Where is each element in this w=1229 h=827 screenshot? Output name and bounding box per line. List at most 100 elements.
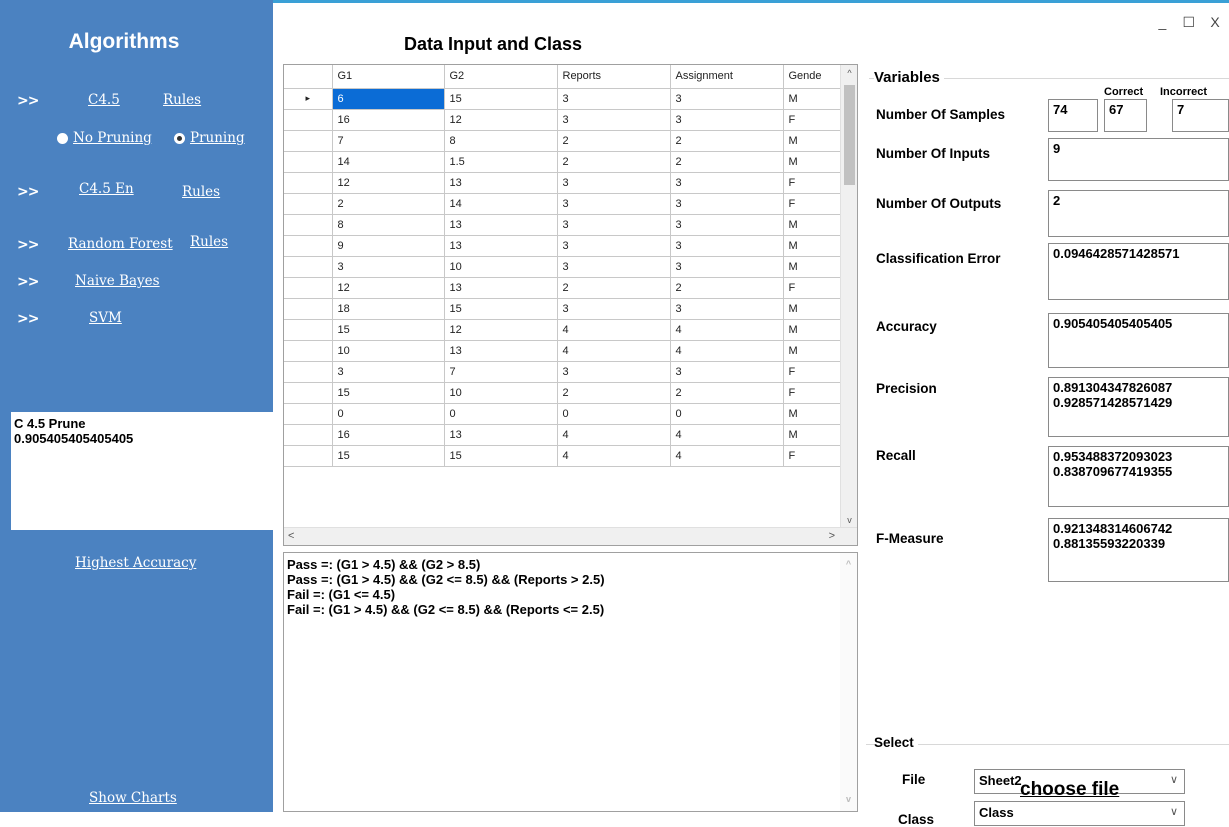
grid-cell[interactable]: 3 bbox=[557, 172, 671, 194]
grid-cell[interactable]: 12 bbox=[444, 109, 558, 131]
grid-cell[interactable]: 0 bbox=[557, 403, 671, 425]
grid-cell[interactable]: 2 bbox=[670, 382, 784, 404]
column-header[interactable]: Reports bbox=[557, 65, 671, 89]
grid-cell[interactable]: 15 bbox=[444, 445, 558, 467]
grid-cell[interactable]: 3 bbox=[670, 361, 784, 383]
grid-cell[interactable]: M bbox=[783, 340, 844, 362]
grid-cell[interactable]: 3 bbox=[670, 235, 784, 257]
grid-cell[interactable]: 13 bbox=[444, 424, 558, 446]
grid-horizontal-scrollbar[interactable]: < > bbox=[284, 527, 857, 545]
rules-scrollbar[interactable]: ^ v bbox=[840, 553, 857, 811]
row-header[interactable] bbox=[284, 130, 333, 152]
grid-cell[interactable]: 15 bbox=[332, 445, 445, 467]
column-header[interactable]: Assignment bbox=[670, 65, 784, 89]
grid-cell[interactable]: 3 bbox=[557, 298, 671, 320]
rules-scroll-up-icon[interactable]: ^ bbox=[840, 557, 857, 572]
grid-cell[interactable]: 4 bbox=[670, 445, 784, 467]
outputs-field[interactable]: 2 bbox=[1048, 190, 1229, 237]
row-header[interactable] bbox=[284, 256, 333, 278]
c45en-run-arrow[interactable]: >> bbox=[17, 184, 39, 200]
column-header[interactable]: Gende bbox=[783, 65, 844, 89]
svm-run-arrow[interactable]: >> bbox=[17, 311, 39, 327]
grid-cell[interactable]: F bbox=[783, 382, 844, 404]
scroll-thumb[interactable] bbox=[844, 85, 855, 185]
random-forest-run-arrow[interactable]: >> bbox=[17, 237, 39, 253]
row-header[interactable] bbox=[284, 235, 333, 257]
grid-cell[interactable]: 13 bbox=[444, 340, 558, 362]
grid-cell[interactable]: M bbox=[783, 151, 844, 173]
c45-link[interactable]: C4.5 bbox=[88, 92, 120, 108]
grid-cell[interactable]: 8 bbox=[444, 130, 558, 152]
error-field[interactable]: 0.0946428571428571 bbox=[1048, 243, 1229, 300]
scroll-down-icon[interactable]: v bbox=[841, 515, 857, 525]
grid-cell[interactable]: 15 bbox=[444, 298, 558, 320]
row-header[interactable] bbox=[284, 298, 333, 320]
c45en-rules-link[interactable]: Rules bbox=[182, 184, 220, 200]
grid-cell[interactable]: 14 bbox=[444, 193, 558, 215]
grid-cell[interactable]: 4 bbox=[670, 340, 784, 362]
grid-cell[interactable]: 13 bbox=[444, 235, 558, 257]
grid-cell[interactable]: 16 bbox=[332, 109, 445, 131]
grid-cell[interactable]: 12 bbox=[444, 319, 558, 341]
highest-accuracy-link[interactable]: Highest Accuracy bbox=[75, 555, 196, 571]
row-header[interactable] bbox=[284, 403, 333, 425]
grid-cell[interactable]: 15 bbox=[444, 88, 558, 110]
grid-cell[interactable]: 3 bbox=[670, 298, 784, 320]
table-row[interactable]: 15 10 2 2 F bbox=[284, 382, 851, 404]
grid-cell[interactable]: 7 bbox=[444, 361, 558, 383]
row-header[interactable] bbox=[284, 193, 333, 215]
grid-cell[interactable]: 7 bbox=[332, 130, 445, 152]
c45-rules-link[interactable]: Rules bbox=[163, 92, 201, 108]
table-row[interactable]: 0000M bbox=[284, 403, 851, 425]
grid-cell[interactable]: 4 bbox=[557, 340, 671, 362]
grid-cell[interactable]: 15 bbox=[332, 319, 445, 341]
grid-cell[interactable]: 13 bbox=[444, 214, 558, 236]
grid-cell[interactable]: 3 bbox=[557, 193, 671, 215]
grid-cell[interactable]: 12 bbox=[332, 172, 445, 194]
table-row[interactable]: 15 15 4 4 F bbox=[284, 445, 851, 467]
row-header[interactable] bbox=[284, 340, 333, 362]
grid-cell[interactable]: 4 bbox=[557, 424, 671, 446]
grid-cell[interactable]: M bbox=[783, 424, 844, 446]
row-header[interactable] bbox=[284, 424, 333, 446]
table-row[interactable]: 9 13 3 3 M bbox=[284, 235, 851, 257]
class-select[interactable]: Class ∨ bbox=[974, 801, 1185, 826]
row-header[interactable] bbox=[284, 277, 333, 299]
grid-cell[interactable]: 10 bbox=[444, 382, 558, 404]
grid-cell[interactable]: 3 bbox=[670, 256, 784, 278]
accuracy-field[interactable]: 0.905405405405405 bbox=[1048, 313, 1229, 368]
table-row[interactable]: 8 13 3 3 M bbox=[284, 214, 851, 236]
grid-cell[interactable]: 4 bbox=[557, 445, 671, 467]
row-header[interactable] bbox=[284, 109, 333, 131]
grid-vertical-scrollbar[interactable]: ^ v bbox=[840, 65, 857, 528]
c45-run-arrow[interactable]: >> bbox=[17, 93, 39, 109]
grid-cell[interactable]: F bbox=[783, 277, 844, 299]
grid-cell[interactable]: 3 bbox=[557, 214, 671, 236]
table-row[interactable]: 18 15 3 3 M bbox=[284, 298, 851, 320]
scroll-left-icon[interactable]: < bbox=[288, 530, 294, 542]
table-row[interactable]: 14 1.5 2 2 M bbox=[284, 151, 851, 173]
table-row[interactable]: 7822M bbox=[284, 130, 851, 152]
grid-cell[interactable]: 3 bbox=[670, 172, 784, 194]
table-row[interactable]: ▸ 6 15 3 3 M bbox=[284, 88, 851, 110]
table-row[interactable]: 16 13 4 4 M bbox=[284, 424, 851, 446]
c45en-link[interactable]: C4.5 En bbox=[79, 181, 134, 197]
table-row[interactable]: 12 13 3 3 F bbox=[284, 172, 851, 194]
grid-cell[interactable]: 8 bbox=[332, 214, 445, 236]
table-row[interactable]: 3733F bbox=[284, 361, 851, 383]
grid-cell[interactable]: M bbox=[783, 319, 844, 341]
row-header[interactable]: ▸ bbox=[284, 88, 333, 110]
grid-cell[interactable]: 3 bbox=[332, 361, 445, 383]
grid-cell[interactable]: 0 bbox=[670, 403, 784, 425]
table-row[interactable]: 16 12 3 3 F bbox=[284, 109, 851, 131]
show-charts-link[interactable]: Show Charts bbox=[89, 790, 177, 806]
inputs-field[interactable]: 9 bbox=[1048, 138, 1229, 181]
grid-cell[interactable]: 0 bbox=[444, 403, 558, 425]
incorrect-field[interactable]: 7 bbox=[1172, 99, 1229, 132]
grid-cell[interactable]: 3 bbox=[670, 193, 784, 215]
grid-cell[interactable]: 10 bbox=[332, 340, 445, 362]
correct-field[interactable]: 67 bbox=[1104, 99, 1147, 132]
column-header[interactable]: G2 bbox=[444, 65, 558, 89]
data-grid[interactable]: G1 G2 Reports Assignment Gende ▸ 6 15 3 3 M 16 12 3 3… bbox=[283, 64, 858, 546]
grid-cell[interactable]: F bbox=[783, 172, 844, 194]
